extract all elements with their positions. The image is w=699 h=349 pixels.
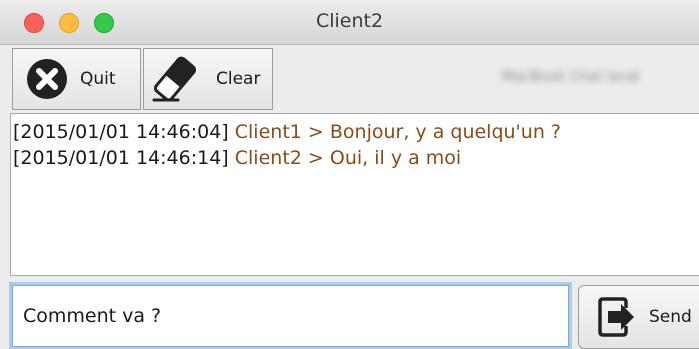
quit-button[interactable]: Quit xyxy=(12,48,141,110)
message-timestamp: [2015/01/01 14:46:04] xyxy=(13,121,229,143)
send-button[interactable]: Send xyxy=(578,285,699,349)
message-text: Oui, il y a moi xyxy=(329,147,462,169)
chat-message: [2015/01/01 14:46:14] Client2 > Oui, il … xyxy=(13,145,699,171)
clear-button-label: Clear xyxy=(216,69,261,89)
chat-log[interactable]: [2015/01/01 14:46:04] Client1 > Bonjour,… xyxy=(10,113,699,276)
eraser-icon xyxy=(152,56,197,102)
toolbar: Quit Clear MacBook Chat local xyxy=(0,45,699,113)
exit-arrow-icon xyxy=(598,297,634,337)
send-button-label: Send xyxy=(649,307,692,327)
composer-area: Send xyxy=(0,276,699,349)
close-circle-icon xyxy=(27,59,67,99)
title-bar[interactable]: Client2 xyxy=(0,0,699,45)
message-sender: Client2 > xyxy=(234,147,324,169)
message-text: Bonjour, y a quelqu'un ? xyxy=(329,121,561,143)
message-sender: Client1 > xyxy=(234,121,324,143)
quit-button-label: Quit xyxy=(80,69,116,89)
clear-button[interactable]: Clear xyxy=(143,48,273,110)
message-input[interactable] xyxy=(12,285,569,347)
window-title: Client2 xyxy=(315,10,384,32)
blurred-host-label: MacBook Chat local xyxy=(502,69,640,85)
chat-message: [2015/01/01 14:46:04] Client1 > Bonjour,… xyxy=(13,119,699,145)
chat-window: Client2 Quit Clear MacBook Chat local [2… xyxy=(0,0,699,349)
message-timestamp: [2015/01/01 14:46:14] xyxy=(13,147,229,169)
